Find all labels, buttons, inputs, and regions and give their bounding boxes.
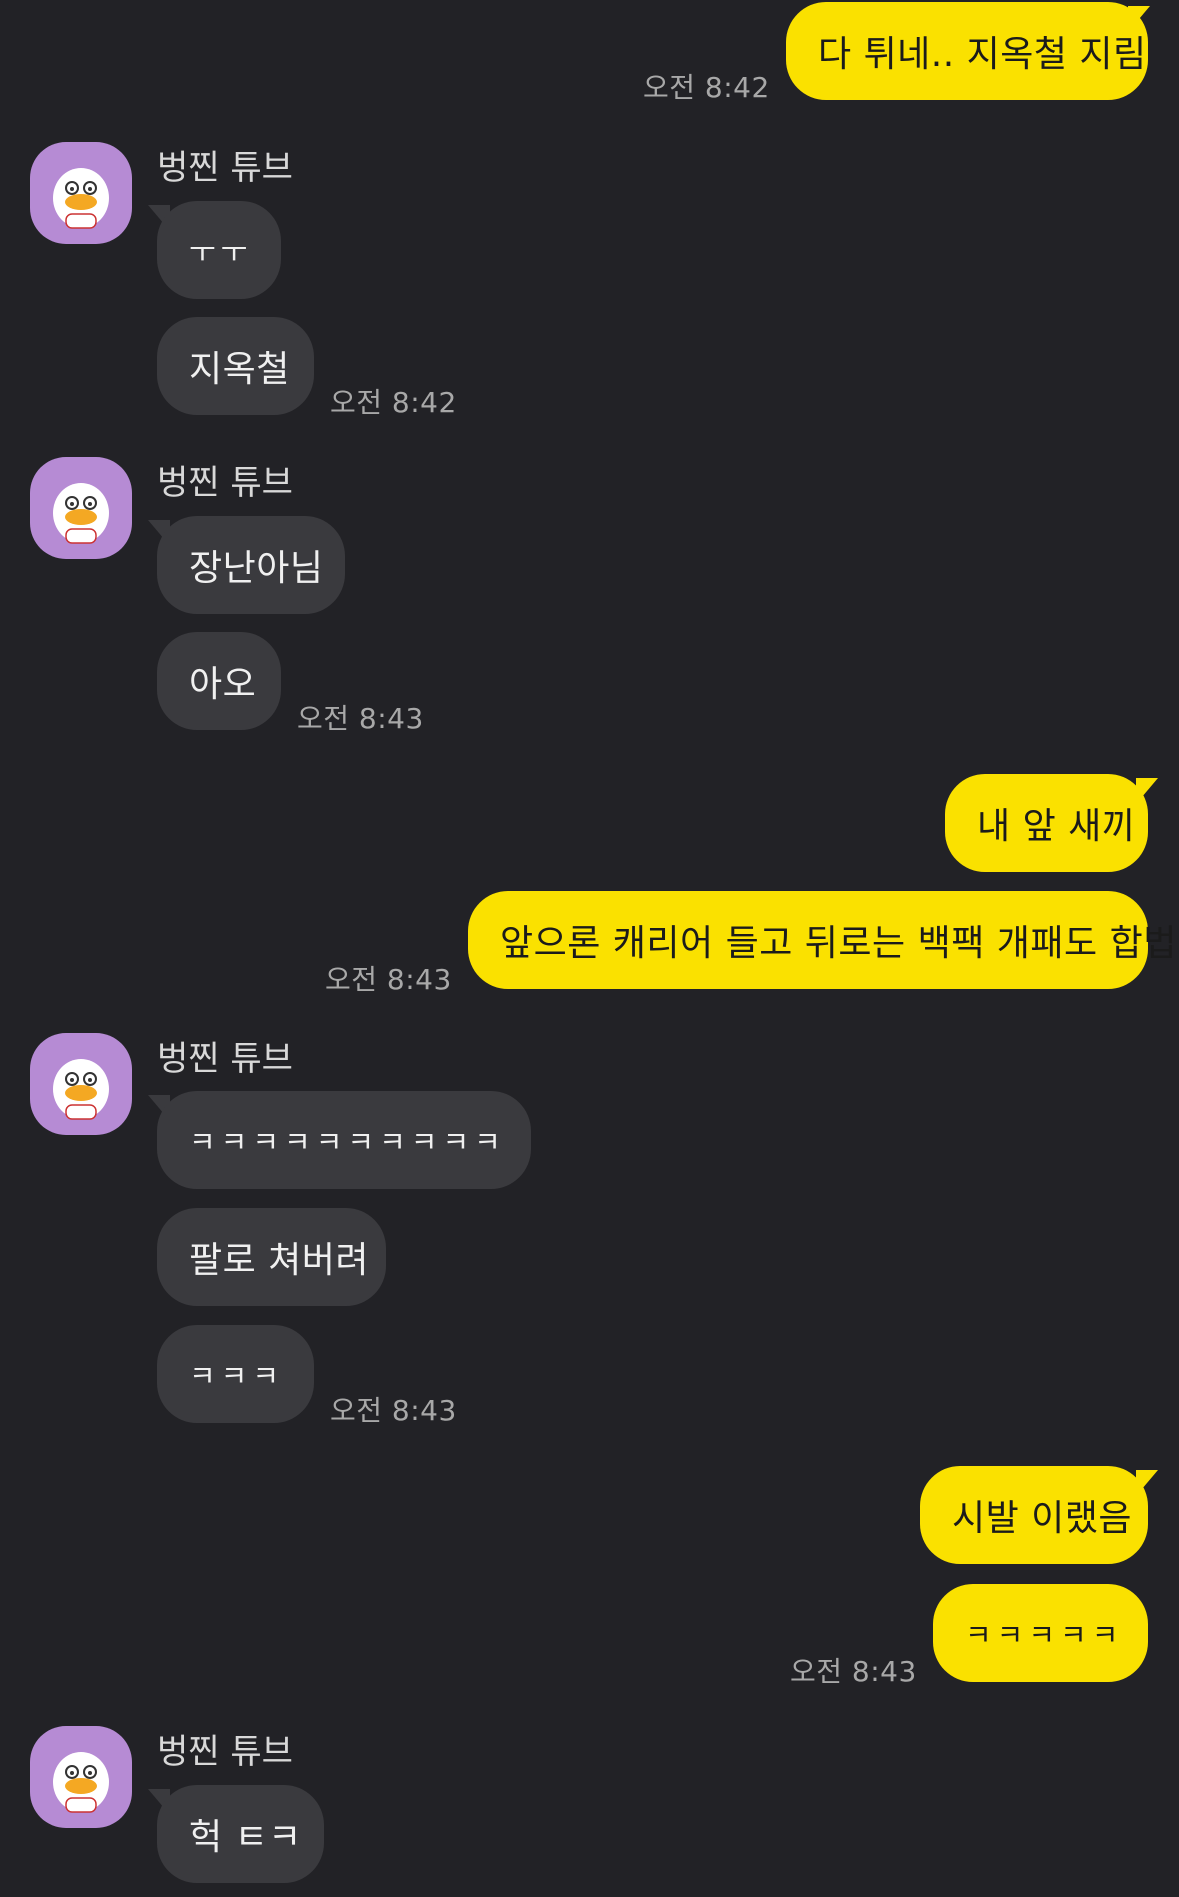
message-text: ㅜㅜ xyxy=(189,235,253,269)
message-text: 지옥철 xyxy=(189,349,290,390)
incoming-message-bubble[interactable]: 팔로 쳐버려 xyxy=(157,1208,386,1306)
sender-name: 벙찐 튜브 xyxy=(157,1732,293,1772)
duck-avatar-icon xyxy=(53,483,109,544)
message-text: ㅋㅋㅋ xyxy=(189,1359,285,1393)
incoming-message-bubble[interactable]: 장난아님 xyxy=(157,516,345,614)
message-timestamp: 오전 8:43 xyxy=(325,963,452,996)
incoming-message-bubble[interactable]: ㅋㅋㅋ xyxy=(157,1325,314,1423)
incoming-message-bubble[interactable]: ㅋㅋㅋㅋㅋㅋㅋㅋㅋㅋ xyxy=(157,1091,531,1189)
message-text: 장난아님 xyxy=(189,548,324,589)
sender-name: 벙찐 튜브 xyxy=(157,148,293,188)
message-timestamp: 오전 8:43 xyxy=(790,1655,917,1688)
message-timestamp: 오전 8:42 xyxy=(643,71,770,104)
incoming-message-bubble[interactable]: 헉 ㅌㅋ xyxy=(157,1785,324,1883)
incoming-message-bubble[interactable]: 아오 xyxy=(157,632,281,730)
outgoing-message-bubble[interactable]: ㅋㅋㅋㅋㅋ xyxy=(933,1584,1148,1682)
outgoing-message-bubble[interactable]: 앞으론 캐리어 들고 뒤로는 백팩 개패도 합법 xyxy=(468,891,1176,989)
sender-avatar[interactable] xyxy=(30,142,132,244)
sender-avatar[interactable] xyxy=(30,457,132,559)
sender-avatar[interactable] xyxy=(30,1033,132,1135)
duck-avatar-icon xyxy=(53,1059,109,1120)
outgoing-message-bubble[interactable]: 시발 이랬음 xyxy=(920,1466,1148,1564)
duck-avatar-icon xyxy=(53,1752,109,1813)
message-timestamp: 오전 8:43 xyxy=(297,702,424,735)
message-text: 헉 ㅌㅋ xyxy=(189,1817,302,1858)
duck-avatar-icon xyxy=(53,168,109,229)
incoming-message-bubble[interactable]: 지옥철 xyxy=(157,317,314,415)
outgoing-message-bubble[interactable]: 내 앞 새끼 xyxy=(945,774,1148,872)
chat-room[interactable]: 다 튀네.. 지옥철 지림 오전 8:42 벙찐 튜브 ㅜㅜ 지옥철 오전 8:… xyxy=(0,0,1179,1897)
sender-avatar[interactable] xyxy=(30,1726,132,1828)
message-text: ㅋㅋㅋㅋㅋㅋㅋㅋㅋㅋ xyxy=(189,1125,506,1159)
message-timestamp: 오전 8:43 xyxy=(330,1394,457,1427)
sender-name: 벙찐 튜브 xyxy=(157,1039,293,1079)
message-text: 다 튀네.. 지옥철 지림 xyxy=(818,34,1147,75)
message-timestamp: 오전 8:42 xyxy=(330,386,457,419)
message-text: ㅋㅋㅋㅋㅋ xyxy=(965,1618,1124,1652)
message-text: 내 앞 새끼 xyxy=(977,806,1136,847)
outgoing-message-bubble[interactable]: 다 튀네.. 지옥철 지림 xyxy=(786,2,1148,100)
message-text: 팔로 쳐버려 xyxy=(189,1240,370,1281)
message-text: 시발 이랬음 xyxy=(952,1498,1133,1539)
message-text: 아오 xyxy=(189,664,257,705)
message-text: 앞으론 캐리어 들고 뒤로는 백팩 개패도 합법 xyxy=(500,923,1177,964)
incoming-message-bubble[interactable]: ㅜㅜ xyxy=(157,201,281,299)
sender-name: 벙찐 튜브 xyxy=(157,463,293,503)
